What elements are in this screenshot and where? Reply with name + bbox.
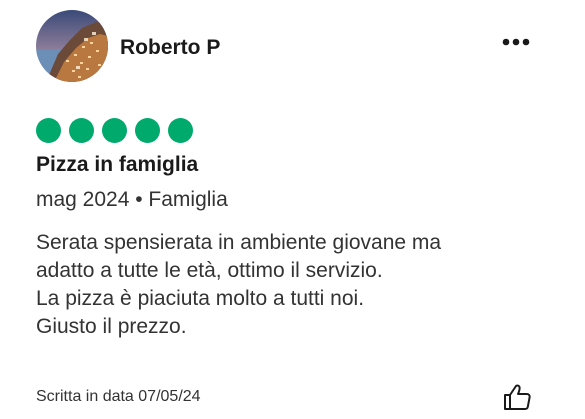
rating-bubbles [36, 118, 193, 143]
rating-bubble-3 [102, 118, 127, 143]
review-meta: mag 2024 • Famiglia [36, 188, 228, 211]
rating-bubble-2 [69, 118, 94, 143]
review-card: Roberto P Pizza in famiglia mag 2024 • F… [0, 0, 585, 419]
written-date: Scritta in data 07/05/24 [36, 388, 201, 405]
rating-bubble-5 [168, 118, 193, 143]
review-title: Pizza in famiglia [36, 153, 199, 176]
review-body-line: Serata spensierata in ambiente giovane m… [36, 231, 442, 254]
review-body-line: Giusto il prezzo. [36, 315, 187, 338]
rating-bubble-4 [135, 118, 160, 143]
thumbs-up-icon [504, 384, 531, 410]
review-body-line: La pizza è piaciuta molto a tutti noi. [36, 287, 365, 310]
review-body: Serata spensierata in ambiente giovane m… [36, 229, 556, 341]
avatar[interactable] [36, 10, 108, 82]
rating-bubble-1 [36, 118, 61, 143]
more-options-button[interactable] [496, 30, 536, 54]
review-body-line: adatto a tutte le età, ottimo il servizi… [36, 259, 383, 282]
more-options-icon [502, 38, 530, 46]
avatar-image [36, 10, 108, 82]
helpful-vote-button[interactable] [502, 382, 532, 412]
author-name[interactable]: Roberto P [120, 34, 220, 62]
